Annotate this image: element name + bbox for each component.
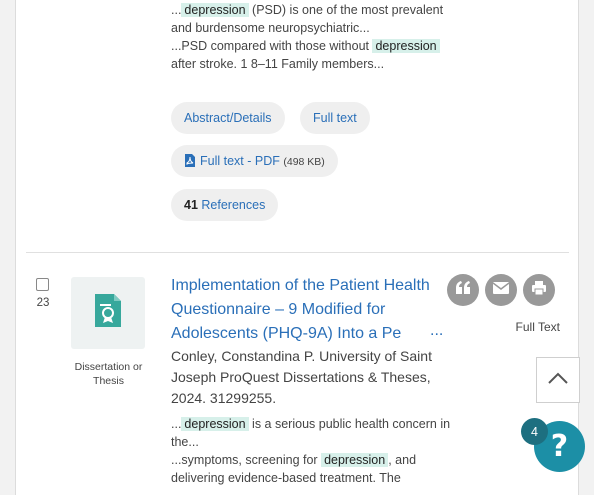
full-text-button[interactable]: Full text	[300, 102, 370, 134]
pdf-icon	[184, 147, 196, 179]
snippet-text: ...PSD compared with those without depre…	[171, 37, 451, 73]
snippet-pre: ...	[171, 417, 182, 431]
email-button[interactable]	[485, 274, 517, 306]
result-meta: Conley, Constandina P. University of Sai…	[171, 348, 432, 406]
abstract-details-button[interactable]: Abstract/Details	[171, 102, 285, 134]
print-button[interactable]	[523, 274, 555, 306]
search-highlight: depression	[321, 453, 389, 467]
snippet-text: ... depression is a serious public health…	[171, 415, 451, 451]
title-ellipsis: ...	[430, 322, 444, 339]
snippet-pre: ...PSD compared with those without	[171, 39, 373, 53]
document-type-thumbnail	[71, 277, 145, 349]
scroll-to-top-button[interactable]	[536, 357, 580, 403]
chevron-up-icon	[548, 371, 568, 389]
cite-button[interactable]	[447, 274, 479, 306]
certificate-icon	[93, 293, 123, 334]
search-highlight: depression	[181, 417, 249, 431]
snippet-text: ...symptoms, screening for depression, a…	[171, 451, 451, 487]
full-text-availability: Full Text	[515, 320, 560, 334]
print-icon	[531, 280, 547, 301]
result-title-link[interactable]: Implementation of the Patient Health Que…	[171, 274, 449, 346]
select-result-checkbox[interactable]	[36, 278, 49, 291]
help-icon: ?	[550, 429, 569, 464]
result-number: 23	[36, 297, 50, 309]
pdf-label: Full text - PDF	[200, 154, 280, 168]
pdf-size: (498 KB)	[283, 156, 325, 168]
search-highlight: depression	[181, 3, 249, 17]
abstract-details-label: Abstract/Details	[184, 111, 272, 125]
full-text-label: Full text	[313, 111, 357, 125]
references-label: References	[201, 198, 266, 212]
cite-icon	[455, 280, 471, 300]
result-divider	[26, 252, 569, 253]
document-type-label: Dissertation or Thesis	[74, 361, 143, 387]
references-count: 41	[184, 198, 198, 212]
notification-badge: 4	[521, 418, 548, 445]
email-icon	[492, 281, 510, 299]
full-text-pdf-button[interactable]: Full text - PDF (498 KB)	[171, 145, 338, 177]
references-button[interactable]: 41 References	[171, 189, 279, 221]
snippet-pre: ...	[171, 3, 182, 17]
snippet-text: ... depression (PSD) is one of the most p…	[171, 1, 451, 37]
snippet-pre: ...symptoms, screening for	[171, 453, 322, 467]
snippet-post: after stroke. 1 8–11 Family members...	[171, 57, 385, 71]
search-highlight: depression	[372, 39, 440, 53]
